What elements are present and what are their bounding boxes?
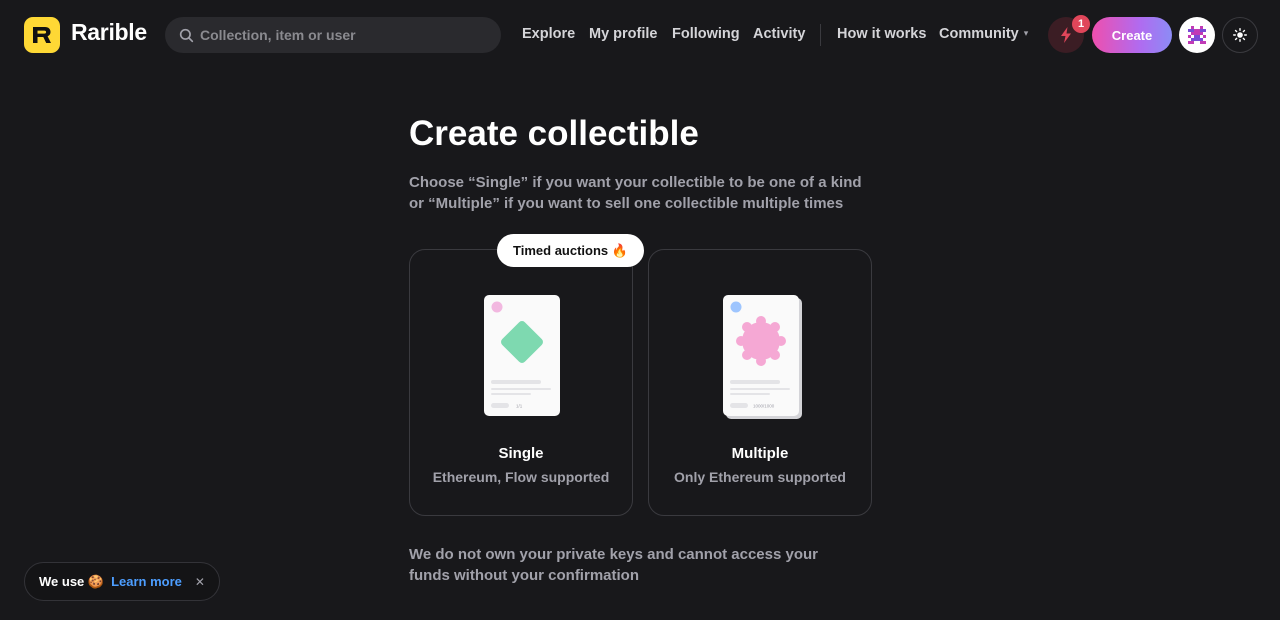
- single-card-illustration: 1/1: [484, 295, 560, 416]
- single-edition-text: 1/1: [516, 404, 523, 409]
- multiple-card-illustration: 1000/1000: [723, 295, 799, 416]
- nav-explore[interactable]: Explore: [522, 26, 575, 42]
- search-input[interactable]: [200, 27, 480, 43]
- single-card-subtitle: Ethereum, Flow supported: [432, 469, 610, 485]
- disclaimer-text: We do not own your private keys and cann…: [409, 546, 818, 584]
- nav-how-it-works[interactable]: How it works: [837, 26, 926, 42]
- theme-toggle-button[interactable]: [1222, 17, 1258, 53]
- search-bar[interactable]: [165, 17, 501, 53]
- nav-activity[interactable]: Activity: [753, 26, 805, 42]
- sun-icon: [1233, 28, 1247, 42]
- rarible-logo[interactable]: [24, 17, 60, 53]
- nav-divider: [820, 24, 821, 46]
- cookie-banner: We use 🍪 Learn more ✕: [24, 562, 220, 601]
- nav-following[interactable]: Following: [672, 26, 740, 42]
- single-collectible-card[interactable]: 1/1 Single Ethereum, Flow supported: [409, 249, 633, 516]
- intro-text: Choose “Single” if you want your collect…: [409, 174, 862, 212]
- multiple-card-title: Multiple: [731, 445, 789, 462]
- multiple-edition-text: 1000/1000: [753, 404, 775, 409]
- multiple-nft-preview-icon: 1000/1000: [730, 301, 790, 409]
- rarible-logo-icon: [33, 27, 51, 43]
- cookie-text: We use 🍪: [39, 573, 105, 589]
- nav-my-profile[interactable]: My profile: [589, 26, 657, 42]
- chevron-down-icon: ▾: [1023, 28, 1029, 38]
- user-avatar[interactable]: [1179, 17, 1215, 53]
- single-card-title: Single: [498, 445, 544, 462]
- top-navbar: Rarible Explore My profile Following Act…: [0, 0, 1280, 70]
- avatar-icon: [1188, 26, 1206, 44]
- single-nft-preview-icon: 1/1: [491, 301, 551, 409]
- nav-community-label: Community: [939, 26, 1019, 42]
- timed-auctions-badge: Timed auctions 🔥: [497, 234, 644, 267]
- multiple-card-subtitle: Only Ethereum supported: [674, 469, 846, 485]
- multiple-collectible-card[interactable]: 1000/1000 Multiple Only Ethereum support…: [648, 249, 872, 516]
- page-title: Create collectible: [409, 114, 699, 153]
- close-icon[interactable]: ✕: [195, 575, 205, 589]
- search-icon: [179, 28, 194, 42]
- brand-name[interactable]: Rarible: [71, 19, 147, 46]
- lightning-icon: [1061, 27, 1071, 43]
- create-button[interactable]: Create: [1092, 17, 1172, 53]
- notification-count-badge: 1: [1072, 15, 1090, 33]
- nav-community[interactable]: Community ▾: [939, 26, 1028, 42]
- learn-more-link[interactable]: Learn more: [111, 574, 182, 589]
